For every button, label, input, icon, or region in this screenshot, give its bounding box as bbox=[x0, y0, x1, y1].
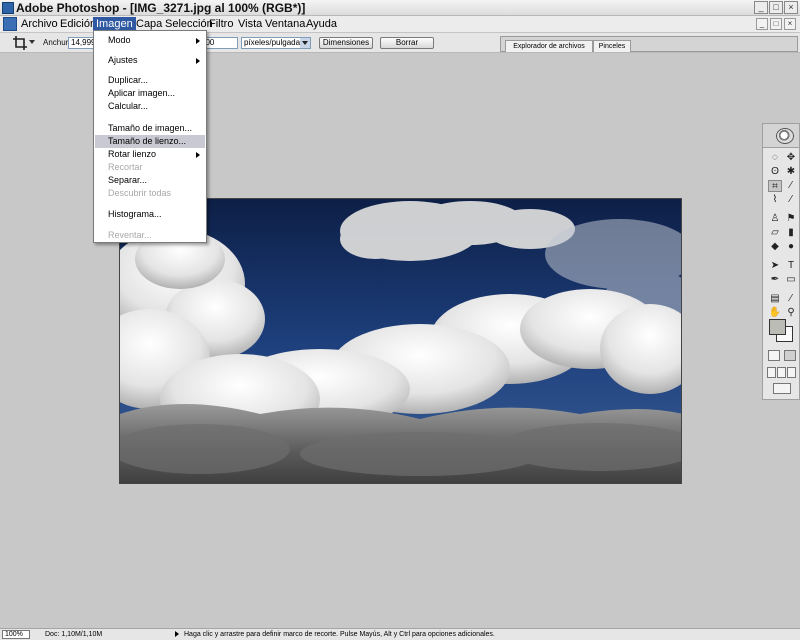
menu-item-label: Ajustes bbox=[108, 55, 138, 65]
imagen-menu: Modo Ajustes Duplicar... Aplicar imagen.… bbox=[93, 30, 207, 243]
submenu-arrow-icon bbox=[196, 38, 200, 44]
clone-stamp-icon[interactable]: ♙ bbox=[768, 213, 782, 225]
foreground-color-swatch[interactable] bbox=[769, 319, 786, 335]
blur-icon[interactable]: ◆ bbox=[768, 241, 782, 253]
tab-brushes[interactable]: Pinceles bbox=[593, 40, 631, 52]
menu-item-separar[interactable]: Separar... bbox=[95, 174, 205, 187]
healing-brush-icon[interactable]: ⌇ bbox=[768, 194, 782, 206]
resolution-units-select[interactable]: píxeles/pulgada bbox=[241, 37, 311, 49]
menu-item-histograma[interactable]: Histograma... bbox=[95, 208, 205, 221]
screen-mode-full-menu-icon[interactable] bbox=[777, 367, 786, 378]
doc-size-info: Doc: 1,10M/1,10M bbox=[45, 631, 103, 638]
resolution-units-value: píxeles/pulgada bbox=[244, 38, 301, 47]
submenu-arrow-icon bbox=[196, 58, 200, 64]
toolbox: ◌ ✥ ʘ ✱ ⌗ ⁄ ⌇ ⁄ ♙ ⚑ ▱ ▮ ◆ ● ➤ T ✒ ▭ ▤ ⁄ ✋ ⚲ bbox=[762, 123, 800, 400]
tab-file-browser[interactable]: Explorador de archivos bbox=[505, 40, 593, 52]
clear-button[interactable]: Borrar bbox=[380, 37, 434, 49]
pen-icon[interactable]: ✒ bbox=[768, 274, 782, 286]
title-bar: Adobe Photoshop - [IMG_3271.jpg al 100% … bbox=[0, 0, 800, 16]
menu-separator bbox=[97, 225, 203, 226]
zoom-field[interactable]: 100% bbox=[2, 630, 30, 639]
quick-mask-mode-icon[interactable] bbox=[784, 350, 796, 361]
hand-icon[interactable]: ✋ bbox=[768, 307, 782, 319]
menu-ventana[interactable]: Ventana bbox=[262, 17, 308, 32]
status-bar: 100% Doc: 1,10M/1,10M Haga clic y arrast… bbox=[0, 628, 800, 640]
jump-to-imageready-icon[interactable] bbox=[773, 383, 791, 394]
menu-item-label: Modo bbox=[108, 35, 131, 45]
window-title: Adobe Photoshop - [IMG_3271.jpg al 100% … bbox=[16, 1, 306, 15]
menu-filtro[interactable]: Filtro bbox=[206, 17, 236, 32]
submenu-arrow-icon bbox=[196, 152, 200, 158]
menu-ayuda[interactable]: Ayuda bbox=[303, 17, 340, 32]
chevron-down-icon bbox=[300, 38, 310, 48]
menu-item-modo[interactable]: Modo bbox=[95, 34, 205, 47]
minimize-button[interactable]: _ bbox=[754, 1, 768, 14]
doc-close-button[interactable]: × bbox=[784, 18, 796, 30]
rectangle-shape-icon[interactable]: ▭ bbox=[784, 274, 798, 286]
menu-item-label: Rotar lienzo bbox=[108, 149, 157, 159]
status-menu-arrow-icon[interactable] bbox=[175, 631, 179, 637]
menu-item-tamano-lienzo[interactable]: Tamaño de lienzo... bbox=[95, 135, 205, 148]
brush-icon[interactable]: ⁄ bbox=[784, 194, 798, 206]
marquee-icon[interactable]: ◌ bbox=[768, 152, 782, 164]
tool-preset-arrow-icon[interactable] bbox=[29, 40, 35, 44]
menu-item-duplicar[interactable]: Duplicar... bbox=[95, 74, 205, 87]
menu-archivo[interactable]: Archivo bbox=[18, 17, 61, 32]
menu-item-calcular[interactable]: Calcular... bbox=[95, 100, 205, 113]
screen-mode-full-icon[interactable] bbox=[787, 367, 796, 378]
crop-tool-icon[interactable] bbox=[12, 35, 28, 51]
menu-item-tamano-imagen[interactable]: Tamaño de imagen... bbox=[95, 122, 205, 135]
menu-separator bbox=[97, 70, 203, 71]
menu-item-recortar: Recortar bbox=[108, 162, 143, 172]
menu-item-reventar: Reventar... bbox=[108, 230, 152, 240]
menu-separator bbox=[97, 204, 203, 205]
width-input[interactable]: 14,999 bbox=[68, 37, 96, 49]
document-control-icon[interactable] bbox=[3, 17, 17, 31]
path-select-icon[interactable]: ➤ bbox=[768, 260, 782, 272]
menu-item-rotar-lienzo[interactable]: Rotar lienzo bbox=[95, 148, 205, 161]
menu-item-ajustes[interactable]: Ajustes bbox=[95, 54, 205, 67]
slice-icon[interactable]: ⁄ bbox=[784, 180, 798, 192]
notes-icon[interactable]: ▤ bbox=[768, 293, 782, 305]
history-brush-icon[interactable]: ⚑ bbox=[784, 213, 798, 225]
menu-item-descubrir-todas: Descubrir todas bbox=[108, 188, 172, 198]
eyedropper-icon[interactable]: ⁄ bbox=[784, 293, 798, 305]
menu-separator bbox=[97, 117, 203, 118]
screen-mode-standard-icon[interactable] bbox=[767, 367, 776, 378]
doc-minimize-button[interactable]: _ bbox=[756, 18, 768, 30]
zoom-icon[interactable]: ⚲ bbox=[784, 307, 798, 319]
menu-separator bbox=[97, 50, 203, 51]
menu-item-aplicar-imagen[interactable]: Aplicar imagen... bbox=[95, 87, 205, 100]
move-icon[interactable]: ✥ bbox=[784, 152, 798, 164]
eraser-icon[interactable]: ▱ bbox=[768, 227, 782, 239]
toolbox-header[interactable] bbox=[763, 124, 799, 148]
close-button[interactable]: × bbox=[784, 1, 798, 14]
maximize-button[interactable]: □ bbox=[769, 1, 783, 14]
magic-wand-icon[interactable]: ✱ bbox=[784, 166, 798, 178]
standard-mode-icon[interactable] bbox=[768, 350, 780, 361]
dodge-icon[interactable]: ● bbox=[784, 241, 798, 253]
lasso-icon[interactable]: ʘ bbox=[768, 166, 782, 178]
type-icon[interactable]: T bbox=[784, 260, 798, 272]
dimensions-button[interactable]: Dimensiones bbox=[319, 37, 373, 49]
photoshop-eye-logo-icon[interactable] bbox=[776, 128, 794, 144]
doc-restore-button[interactable]: □ bbox=[770, 18, 782, 30]
gradient-icon[interactable]: ▮ bbox=[784, 227, 798, 239]
status-hint: Haga clic y arrastre para definir marco … bbox=[184, 631, 495, 638]
crop-icon[interactable]: ⌗ bbox=[768, 180, 782, 192]
palette-well: Explorador de archivos Pinceles bbox=[500, 36, 798, 52]
menu-vista[interactable]: Vista bbox=[235, 17, 265, 32]
photoshop-app-icon bbox=[2, 2, 14, 14]
